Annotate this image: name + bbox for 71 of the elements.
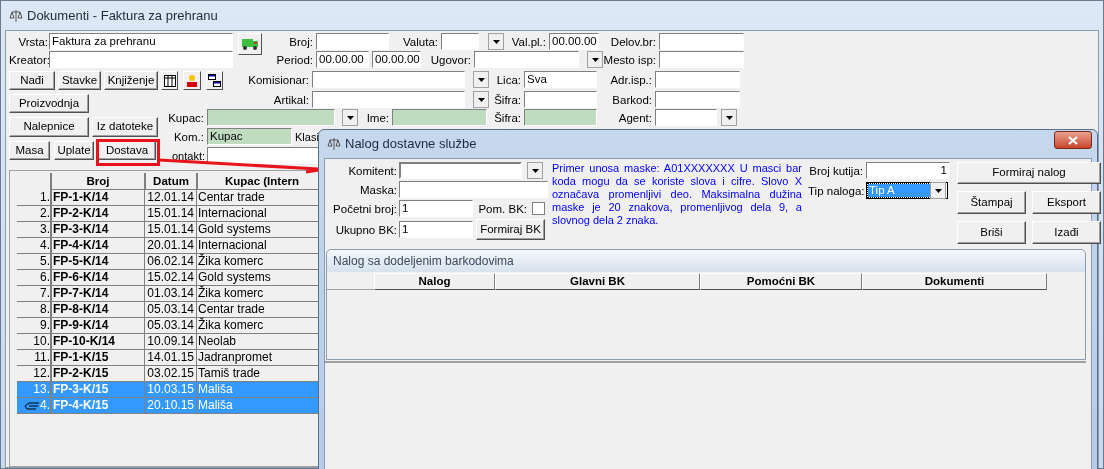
- table-cell: FP-3-K/14: [50, 222, 144, 238]
- field-label: Kreator:: [9, 52, 49, 68]
- field-label: Početni broj:: [332, 201, 398, 217]
- group-title: Nalog sa dodeljenim barkodovima: [333, 253, 514, 270]
- row-number: 9.: [39, 318, 50, 333]
- row-number: 2.: [39, 206, 50, 221]
- row-number: 6.: [39, 270, 50, 285]
- row-number: 12.: [32, 366, 50, 381]
- field-label: Ime:: [365, 110, 390, 126]
- table-cell: FP-5-K/14: [50, 254, 144, 270]
- table-cell: FP-10-K/14: [50, 334, 144, 350]
- row-number: 10.: [32, 334, 50, 349]
- table-cell: FP-4-K/15: [50, 398, 144, 414]
- table-cell: 20.01.14: [144, 238, 196, 254]
- field-label: Komisionar:: [247, 72, 310, 88]
- field-label: Val.pl.:: [510, 34, 547, 50]
- field-label: Artikal:: [272, 92, 310, 108]
- table-cell: 05.03.14: [144, 302, 196, 318]
- field-label: Valuta:: [402, 34, 439, 50]
- window-title: Dokumenti - Faktura za prehranu: [27, 6, 218, 25]
- row-number: 4.: [39, 238, 50, 253]
- field-label: Broj:: [288, 34, 314, 50]
- table-cell: FP-1-K/14: [50, 190, 144, 206]
- table-cell: FP-1-K/15: [50, 350, 144, 366]
- row-number: 8.: [39, 302, 50, 317]
- table-cell: FP-2-K/14: [50, 206, 144, 222]
- row-number: 5.: [39, 254, 50, 269]
- row-number: 1.: [39, 190, 50, 205]
- table-cell: 01.03.14: [144, 286, 196, 302]
- field-label: Šifra:: [493, 92, 522, 108]
- dialog-title: Nalog dostavne službe: [345, 135, 477, 154]
- field-label: Komitent:: [347, 163, 398, 179]
- table-cell: FP-6-K/14: [50, 270, 144, 286]
- row-number: 7.: [39, 286, 50, 301]
- table-cell: 12.01.14: [144, 190, 196, 206]
- table-cell: 05.03.14: [144, 318, 196, 334]
- help-text: Primer unosa maske: A01XXXXXXX U masci bar koda mogu da se koriste slova i cifre. Slovo X označava promenljivi deo. Maksimalna dužina maske je 20 znakova, promenljivog dela 9, a slovnog dela 2 znaka.: [552, 162, 802, 228]
- row-number: 4.: [40, 398, 50, 413]
- row-number: 11.: [33, 350, 50, 365]
- field-label: Kom.:: [172, 129, 205, 145]
- table-cell: FP-8-K/14: [50, 302, 144, 318]
- table-cell: 10.09.14: [144, 334, 196, 350]
- table-cell: 14.01.15: [144, 350, 196, 366]
- table-cell: 06.02.14: [144, 254, 196, 270]
- field-label: Delov.br:: [609, 34, 657, 50]
- field-label: Barkod:: [611, 92, 653, 108]
- row-number: 3.: [39, 222, 50, 237]
- field-label: Maska:: [358, 182, 398, 198]
- table-cell: 15.01.14: [144, 222, 196, 238]
- table-cell: 20.10.15: [144, 398, 196, 414]
- field-label: Tip naloga:: [808, 183, 864, 199]
- field-label: Ugovor:: [429, 52, 472, 68]
- table-cell: FP-9-K/14: [50, 318, 144, 334]
- field-label: Kupac:: [167, 110, 205, 126]
- field-label: Pom. BK:: [477, 201, 528, 217]
- field-label: Vrsta:: [17, 34, 49, 50]
- field-label: Lica:: [495, 72, 522, 88]
- select-value: Tip A: [868, 184, 930, 197]
- field-label: Mesto isp:: [603, 52, 657, 68]
- row-number: 13.: [32, 382, 50, 397]
- table-cell: 15.02.14: [144, 270, 196, 286]
- table-cell: 15.01.14: [144, 206, 196, 222]
- table-cell: FP-7-K/14: [50, 286, 144, 302]
- field-label: Period:: [275, 52, 314, 68]
- field-label: Ukupno BK:: [334, 222, 398, 238]
- field-label: Šifra:: [493, 110, 522, 126]
- field-label: Broj kutija:: [808, 163, 864, 179]
- field-label: Adr.isp.:: [609, 72, 653, 88]
- table-cell: FP-4-K/14: [50, 238, 144, 254]
- field-label: Agent:: [617, 110, 653, 126]
- field-label: ontakt:: [170, 148, 205, 163]
